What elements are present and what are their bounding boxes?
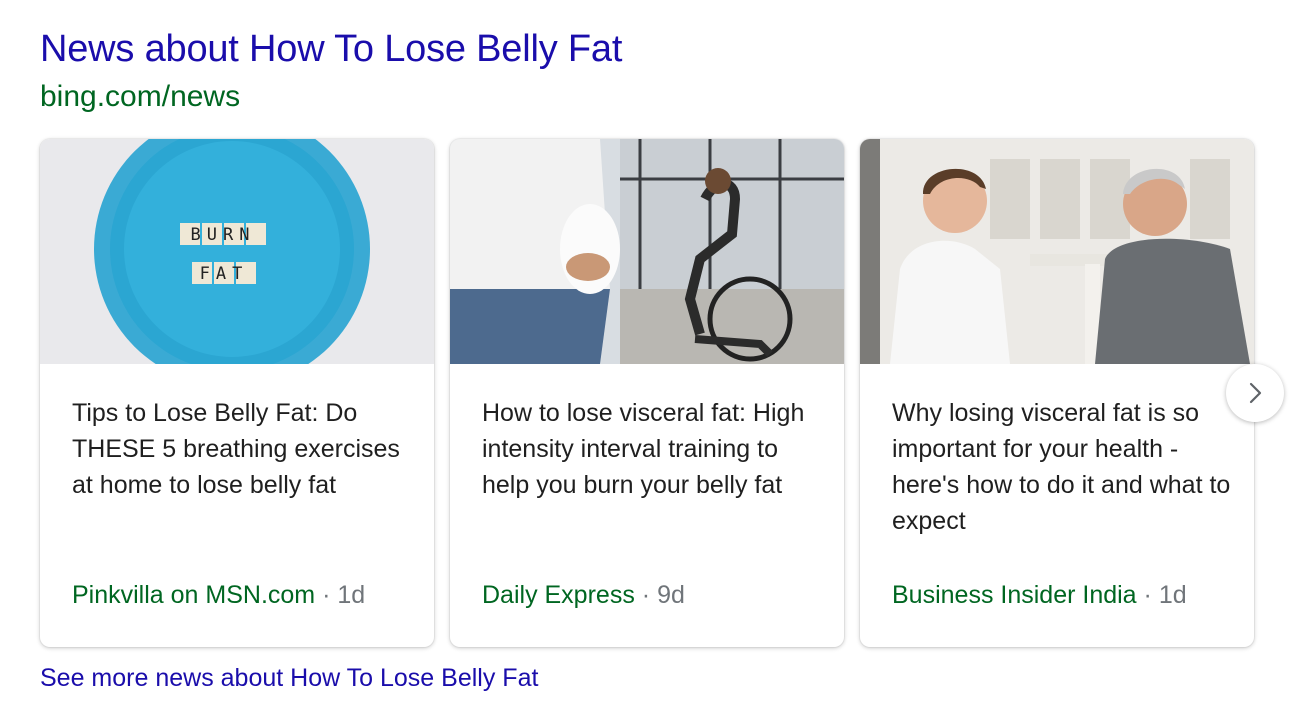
meta-separator: · <box>1143 581 1152 609</box>
news-card-image[interactable] <box>450 139 844 364</box>
image-letter-tiles-burn: BURN <box>191 225 256 245</box>
news-card-source: Daily Express <box>482 581 635 609</box>
news-carousel: BURN FAT Tips to Lose Belly Fat: Do THES… <box>40 139 1256 649</box>
news-card[interactable]: BURN FAT Tips to Lose Belly Fat: Do THES… <box>40 139 434 647</box>
section-title-link[interactable]: News about How To Lose Belly Fat <box>40 28 622 71</box>
news-card-age: 1d <box>1158 581 1187 609</box>
see-more-news-link[interactable]: See more news about How To Lose Belly Fa… <box>40 664 538 693</box>
news-card-age: 1d <box>337 581 366 609</box>
carousel-next-button[interactable] <box>1226 364 1284 422</box>
chevron-right-icon <box>1249 382 1262 404</box>
news-card-headline[interactable]: How to lose visceral fat: High intensity… <box>482 395 822 503</box>
meta-separator: · <box>641 581 651 609</box>
news-card-meta: Business Insider India · 1d <box>892 581 1187 610</box>
news-card-source: Pinkvilla on MSN.com <box>72 581 316 609</box>
news-card-image[interactable] <box>860 139 1254 364</box>
news-card-meta: Pinkvilla on MSN.com · 1d <box>72 581 365 610</box>
news-card-headline[interactable]: Why losing visceral fat is so important … <box>892 395 1232 539</box>
image-letter-tiles-fat: FAT <box>200 264 249 284</box>
news-card[interactable]: Why losing visceral fat is so important … <box>860 139 1254 647</box>
news-card-source: Business Insider India <box>892 581 1137 609</box>
news-card-headline[interactable]: Tips to Lose Belly Fat: Do THESE 5 breat… <box>72 395 412 503</box>
news-card-meta: Daily Express · 9d <box>482 581 685 610</box>
meta-separator: · <box>322 581 331 609</box>
news-card-age: 9d <box>657 581 685 609</box>
section-source-url: bing.com/news <box>40 80 241 113</box>
news-card-image[interactable]: BURN FAT <box>40 139 434 364</box>
news-card[interactable]: How to lose visceral fat: High intensity… <box>450 139 844 647</box>
